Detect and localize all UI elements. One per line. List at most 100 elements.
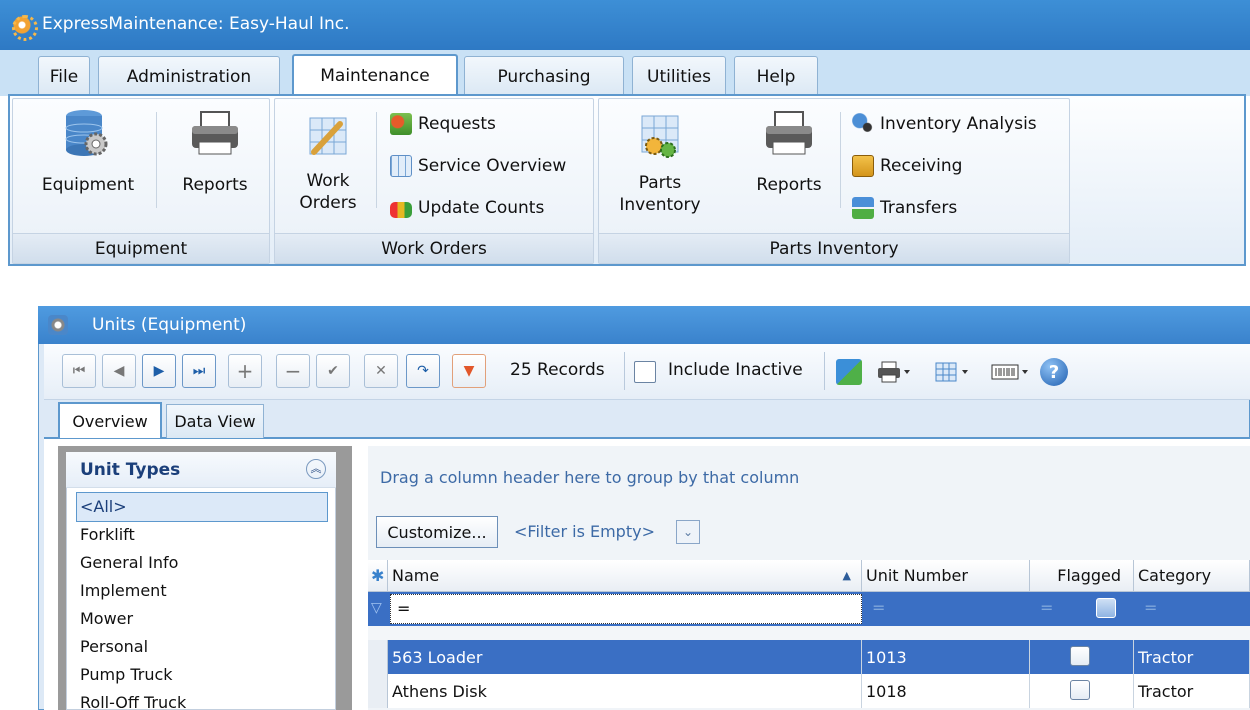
cell-category[interactable]: Tractor — [1134, 640, 1250, 674]
include-inactive-label: Include Inactive — [668, 360, 803, 380]
cell-unit-number[interactable]: 1018 — [862, 674, 1030, 708]
window-title: ExpressMaintenance: Easy-Haul Inc. — [42, 14, 350, 34]
update-counts-label: Update Counts — [418, 198, 545, 218]
cell-name[interactable]: 563 Loader — [388, 640, 862, 674]
group-by-hint: Drag a column header here to group by th… — [380, 468, 800, 487]
work-orders-label-line2: Orders — [299, 193, 357, 213]
cell-name[interactable]: Athens Disk — [388, 674, 862, 708]
unit-type-item[interactable]: Personal — [80, 633, 148, 661]
barcode-dropdown-button[interactable] — [990, 360, 1030, 384]
units-window-header: Units (Equipment) — [38, 306, 1250, 344]
columns-dropdown-button[interactable] — [934, 360, 970, 384]
printer-icon — [878, 361, 910, 383]
tab-utilities[interactable]: Utilities — [632, 56, 726, 96]
unit-type-item[interactable]: Mower — [80, 605, 133, 633]
printer-icon — [192, 111, 238, 155]
filter-name-input[interactable]: = — [390, 594, 862, 624]
unit-type-item[interactable]: Pump Truck — [80, 661, 173, 689]
customize-button[interactable]: Customize... — [376, 516, 498, 548]
table-row[interactable]: Athens Disk 1018 Tractor — [368, 674, 1250, 708]
filter-dropdown-chevron-icon[interactable]: ⌄ — [676, 520, 700, 544]
export-icon[interactable] — [836, 359, 862, 385]
receiving-icon — [852, 155, 874, 177]
next-record-button[interactable]: ▶ — [142, 354, 176, 388]
equipment-button[interactable]: Equipment — [26, 104, 150, 216]
unit-type-item[interactable]: General Info — [80, 549, 178, 577]
print-dropdown-button[interactable] — [876, 360, 912, 384]
cell-category[interactable]: Tractor — [1134, 674, 1250, 708]
refresh-button[interactable]: ↷ — [406, 354, 440, 388]
inventory-analysis-button[interactable]: Inventory Analysis — [852, 110, 1037, 138]
columns-chooser-icon — [935, 362, 968, 382]
separator — [824, 352, 825, 390]
cell-unit-number[interactable]: 1013 — [862, 640, 1030, 674]
filter-flagged-checkbox[interactable] — [1096, 598, 1116, 618]
separator — [624, 352, 625, 390]
first-record-button[interactable]: ⏮ — [62, 354, 96, 388]
unit-type-item[interactable]: <All> — [80, 493, 127, 521]
column-header-unit-number[interactable]: Unit Number — [862, 560, 1030, 592]
unit-type-item[interactable]: Forklift — [80, 521, 135, 549]
row-selector[interactable] — [368, 674, 388, 708]
transfers-button[interactable]: Transfers — [852, 194, 957, 222]
inventory-analysis-label: Inventory Analysis — [880, 114, 1037, 134]
grid-spacer — [368, 626, 1250, 640]
tab-help[interactable]: Help — [734, 56, 818, 96]
tab-maintenance[interactable]: Maintenance — [292, 54, 458, 96]
delete-record-button[interactable]: − — [276, 354, 310, 388]
service-overview-button[interactable]: Service Overview — [390, 152, 566, 180]
work-orders-icon — [309, 117, 347, 155]
requests-button[interactable]: Requests — [390, 110, 496, 138]
equipment-reports-button[interactable]: Reports — [168, 104, 262, 216]
filter-flagged-operator[interactable]: = — [1040, 598, 1053, 617]
unit-type-item[interactable]: Roll-Off Truck — [80, 689, 186, 709]
filter-unit-number-input[interactable]: = — [872, 598, 885, 617]
filter-row-icon: ▽ — [371, 600, 382, 616]
parts-reports-button[interactable]: Reports — [742, 104, 836, 216]
add-record-button[interactable]: + — [228, 354, 262, 388]
group-label-equipment: Equipment — [13, 233, 269, 263]
column-header-category[interactable]: Category — [1134, 560, 1250, 592]
parts-inventory-label-line2: Inventory — [619, 195, 701, 215]
help-icon[interactable]: ? — [1040, 358, 1068, 386]
work-orders-button[interactable]: Work Orders — [284, 104, 372, 230]
tab-administration[interactable]: Administration — [98, 56, 280, 96]
parts-inventory-button[interactable]: Parts Inventory — [610, 104, 710, 230]
row-selector[interactable] — [368, 640, 388, 674]
parts-inventory-label-line1: Parts — [638, 173, 682, 193]
column-header-flagged[interactable]: Flagged — [1030, 560, 1134, 592]
prev-record-button[interactable]: ◀ — [102, 354, 136, 388]
transfers-icon — [852, 197, 874, 219]
flagged-checkbox[interactable] — [1070, 680, 1090, 700]
update-counts-icon — [390, 201, 412, 218]
equipment-reports-label: Reports — [182, 175, 248, 195]
group-label-work-orders: Work Orders — [275, 233, 593, 263]
app-gear-icon — [12, 15, 38, 41]
include-inactive-checkbox[interactable] — [634, 361, 656, 383]
flagged-checkbox[interactable] — [1070, 646, 1090, 666]
subtab-data-view[interactable]: Data View — [166, 404, 264, 438]
subtab-overview[interactable]: Overview — [58, 402, 162, 438]
unit-type-item[interactable]: Implement — [80, 577, 167, 605]
update-counts-button[interactable]: Update Counts — [390, 194, 544, 222]
last-record-button[interactable]: ⏭ — [182, 354, 216, 388]
transfers-label: Transfers — [880, 198, 958, 218]
barcode-icon — [991, 364, 1028, 380]
filter-category-input[interactable]: = — [1144, 598, 1157, 617]
cancel-edit-button[interactable]: ✕ — [364, 354, 398, 388]
column-header-name[interactable]: Name ▲ — [388, 560, 862, 592]
receiving-button[interactable]: Receiving — [852, 152, 962, 180]
group-label-parts-inventory: Parts Inventory — [599, 233, 1069, 263]
table-row[interactable]: 563 Loader 1013 Tractor — [368, 640, 1250, 674]
tab-purchasing[interactable]: Purchasing — [464, 56, 624, 96]
requests-icon — [390, 113, 412, 135]
cell-flagged — [1030, 640, 1134, 674]
equipment-button-label: Equipment — [41, 175, 135, 195]
collapse-chevron-icon[interactable]: ︽ — [306, 459, 326, 479]
filter-button[interactable]: ▼ — [452, 354, 486, 388]
inventory-analysis-icon — [852, 113, 874, 135]
requests-label: Requests — [418, 114, 496, 134]
service-overview-icon — [390, 155, 412, 177]
post-edit-button[interactable]: ✔ — [316, 354, 350, 388]
tab-file[interactable]: File — [38, 56, 90, 96]
